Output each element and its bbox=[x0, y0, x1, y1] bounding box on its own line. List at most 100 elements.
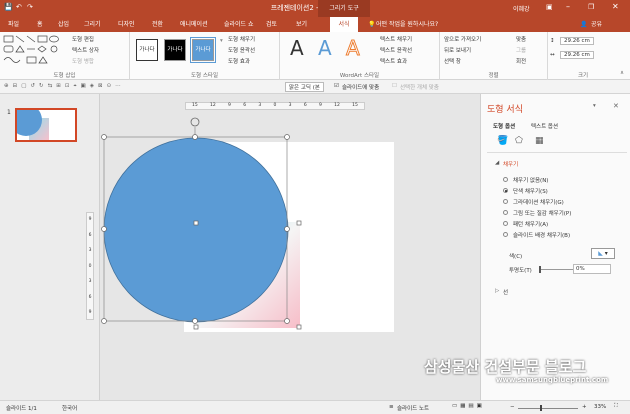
tab-shape-options[interactable]: 도형 옵션 bbox=[493, 122, 515, 130]
tab-draw[interactable]: 그리기 bbox=[84, 17, 101, 32]
group-label-wordart: WordArt 스타일 bbox=[339, 73, 380, 79]
zoom-in-icon[interactable]: + bbox=[582, 404, 587, 410]
radio-background-fill[interactable] bbox=[503, 232, 508, 237]
transparency-field[interactable]: 0% bbox=[573, 264, 611, 274]
size-properties-icon[interactable]: ▦ bbox=[535, 136, 544, 146]
language[interactable]: 한국어 bbox=[62, 404, 77, 412]
quick-toolbar: ⊕⊟▢↺↻⇆⊞⊡⌖▣◈⊠⊙⋯ 맑은 고딕 (본 ☑ 슬라이드에 맞춤 ☐ 선택한… bbox=[0, 80, 630, 94]
gallery-more-icon[interactable]: ▾ bbox=[220, 38, 223, 44]
radio-no-fill[interactable] bbox=[503, 177, 508, 182]
redo-icon[interactable]: ↷ bbox=[27, 3, 33, 11]
watermark-title: 삼성물산 건설부문 블로그 bbox=[424, 358, 587, 376]
save-icon[interactable]: 💾 bbox=[4, 3, 13, 11]
shape-fill-button[interactable]: 도형 채우기 bbox=[228, 35, 255, 43]
selected-circle[interactable] bbox=[103, 137, 289, 323]
bring-forward-button[interactable]: 앞으로 가져오기 bbox=[444, 35, 481, 43]
color-picker-button[interactable]: ◣ ▾ bbox=[591, 248, 615, 259]
font-select[interactable]: 맑은 고딕 (본 bbox=[285, 82, 324, 92]
pane-close-icon[interactable]: ✕ bbox=[613, 102, 619, 110]
close-icon[interactable]: ✕ bbox=[612, 2, 619, 11]
shape-outline-button[interactable]: 도형 윤곽선 bbox=[228, 46, 255, 54]
text-outline-button[interactable]: 텍스트 윤곽선 bbox=[380, 46, 412, 54]
line-expand-icon[interactable]: ▷ bbox=[495, 288, 499, 294]
snap-checkbox[interactable]: ☑ bbox=[334, 83, 339, 89]
slide-counter: 슬라이드 1/1 bbox=[6, 406, 37, 412]
context-tab-group: 그리기 도구 bbox=[318, 0, 370, 17]
tab-text-options[interactable]: 텍스트 옵션 bbox=[531, 122, 558, 130]
tab-file[interactable]: 파일 bbox=[8, 17, 19, 32]
group-button[interactable]: 그룹 bbox=[516, 46, 526, 54]
width-field[interactable]: 29.26 cm bbox=[560, 51, 594, 59]
minimize-icon[interactable]: – bbox=[566, 2, 570, 11]
toolbar-icons[interactable]: ⊕⊟▢↺↻⇆⊞⊡⌖▣◈⊠⊙⋯ bbox=[4, 83, 125, 90]
option-background-fill[interactable]: 슬라이드 배경 채우기(B) bbox=[513, 231, 570, 239]
text-effects-button[interactable]: 텍스트 효과 bbox=[380, 57, 407, 65]
maximize-icon[interactable]: ❐ bbox=[588, 3, 594, 11]
shape-style-swatch-2[interactable]: 가나다 bbox=[164, 39, 186, 61]
transparency-slider-thumb[interactable] bbox=[539, 266, 541, 273]
fit-slide-icon[interactable]: ⛶ bbox=[614, 403, 618, 410]
user-name[interactable]: 이혜강 bbox=[513, 4, 530, 13]
option-solid-fill[interactable]: 단색 채우기(S) bbox=[513, 187, 548, 195]
tab-design[interactable]: 디자인 bbox=[118, 17, 135, 32]
shapes-gallery[interactable] bbox=[3, 35, 69, 65]
effects-icon[interactable]: ⬠ bbox=[515, 136, 523, 146]
tab-home[interactable]: 홈 bbox=[37, 17, 43, 32]
option-pattern-fill[interactable]: 패턴 채우기(A) bbox=[513, 220, 548, 228]
snap2-checkbox[interactable]: ☐ bbox=[392, 83, 397, 89]
shape-style-swatch-1[interactable]: 가나다 bbox=[136, 39, 158, 61]
transparency-slider[interactable] bbox=[539, 269, 573, 270]
tab-transitions[interactable]: 전환 bbox=[152, 17, 163, 32]
fill-section-header[interactable]: 채우기 bbox=[503, 160, 518, 168]
zoom-level[interactable]: 33% bbox=[594, 404, 606, 410]
text-box-button[interactable]: 텍스트 상자 bbox=[72, 46, 99, 54]
zoom-slider[interactable] bbox=[518, 408, 578, 409]
selection-pane-button[interactable]: 선택 창 bbox=[444, 57, 461, 65]
radio-pattern-fill[interactable] bbox=[503, 221, 508, 226]
tab-format[interactable]: 서식 bbox=[330, 17, 358, 32]
watermark-url: www.samsungblueprint.com bbox=[496, 376, 609, 384]
rotate-handle[interactable] bbox=[190, 117, 200, 127]
tab-slideshow[interactable]: 슬라이드 쇼 bbox=[224, 17, 254, 32]
tab-animations[interactable]: 애니메이션 bbox=[180, 17, 208, 32]
view-buttons[interactable]: ▭▦▤▣ bbox=[452, 403, 485, 409]
radio-gradient-fill[interactable] bbox=[503, 199, 508, 204]
slide-thumbnail[interactable] bbox=[15, 108, 77, 142]
ribbon-display-icon[interactable]: ▣ bbox=[546, 3, 553, 11]
edit-shape-button[interactable]: 도형 편집 bbox=[72, 35, 94, 43]
notes-button[interactable]: 슬라이드 노트 bbox=[397, 404, 429, 412]
wordart-style-2[interactable]: A bbox=[318, 36, 332, 60]
tell-me-input[interactable]: 어떤 작업을 원하시나요? bbox=[376, 17, 438, 32]
collapse-ribbon-icon[interactable]: ∧ bbox=[620, 70, 624, 76]
radio-picture-fill[interactable] bbox=[503, 210, 508, 215]
tab-insert[interactable]: 삽입 bbox=[58, 17, 69, 32]
height-field[interactable]: 29.26 cm bbox=[560, 37, 594, 45]
fill-line-icon[interactable]: 🪣 bbox=[497, 136, 508, 146]
option-gradient-fill[interactable]: 그라데이션 채우기(G) bbox=[513, 198, 564, 206]
snap2-label: 선택한 개체 맞춤 bbox=[400, 85, 439, 91]
zoom-slider-thumb[interactable] bbox=[540, 405, 542, 411]
shape-effects-button[interactable]: 도형 효과 bbox=[228, 57, 250, 65]
merge-shapes-button[interactable]: 도형 병합 bbox=[72, 57, 94, 65]
share-button[interactable]: 공유 bbox=[591, 17, 602, 32]
pane-options-icon[interactable]: ▾ bbox=[593, 103, 596, 109]
zoom-out-icon[interactable]: − bbox=[510, 404, 515, 410]
line-section-header[interactable]: 선 bbox=[503, 288, 508, 296]
tab-view[interactable]: 보기 bbox=[296, 17, 307, 32]
send-backward-button[interactable]: 뒤로 보내기 bbox=[444, 46, 471, 54]
group-shape-styles: 가나다 가나다 가나다 ▾ 도형 채우기 도형 윤곽선 도형 효과 도형 스타일 bbox=[130, 32, 280, 80]
text-fill-button[interactable]: 텍스트 채우기 bbox=[380, 35, 412, 43]
undo-icon[interactable]: ↶ bbox=[16, 3, 22, 11]
rotate-button[interactable]: 회전 bbox=[516, 57, 526, 65]
slide-thumbnails: 1 bbox=[0, 94, 100, 400]
fill-expand-icon[interactable]: ◢ bbox=[495, 160, 499, 166]
wordart-style-3[interactable]: A bbox=[346, 36, 361, 61]
option-no-fill[interactable]: 채우기 없음(N) bbox=[513, 176, 548, 184]
align-button[interactable]: 맞춤 bbox=[516, 35, 526, 43]
tab-review[interactable]: 검토 bbox=[266, 17, 277, 32]
radio-solid-fill[interactable] bbox=[503, 188, 508, 193]
transparency-label: 투명도(T) bbox=[509, 268, 532, 274]
wordart-style-1[interactable]: A bbox=[290, 36, 304, 60]
shape-style-swatch-3[interactable]: 가나다 bbox=[190, 37, 216, 63]
option-picture-fill[interactable]: 그림 또는 질감 채우기(P) bbox=[513, 209, 571, 217]
